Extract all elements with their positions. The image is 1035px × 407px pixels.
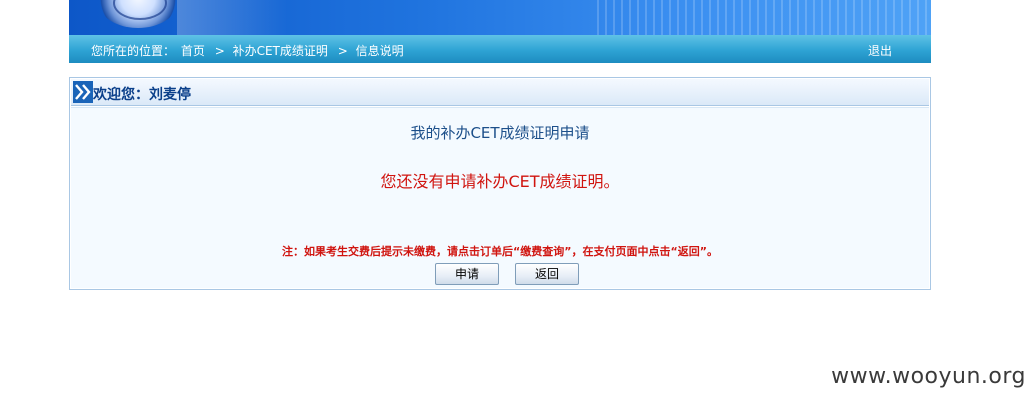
welcome-text: 欢迎您：刘麦停 xyxy=(93,87,191,103)
breadcrumb-separator: > xyxy=(214,44,225,58)
banner-stripes xyxy=(591,0,931,35)
double-chevron-right-icon xyxy=(73,81,93,103)
payment-note: 注：如果考生交费后提示未缴费，请点击订单后“缴费查询”，在支付页面中点击“返回”… xyxy=(282,245,718,258)
status-message: 您还没有申请补办CET成绩证明。 xyxy=(380,172,620,191)
panel-body: 我的补办CET成绩证明申请 您还没有申请补办CET成绩证明。 注：如果考生交费后… xyxy=(71,107,929,288)
breadcrumb-info: 信息说明 xyxy=(355,44,404,58)
breadcrumb-home[interactable]: 首页 xyxy=(181,44,205,58)
nav-bar: 您所在的位置： 首页 > 补办CET成绩证明 > 信息说明 退出 xyxy=(69,35,931,63)
location-label: 您所在的位置： xyxy=(91,44,176,58)
panel-header: 欢迎您：刘麦停 xyxy=(71,79,929,106)
breadcrumb-cet-certificate[interactable]: 补办CET成绩证明 xyxy=(233,44,328,58)
page: 您所在的位置： 首页 > 补办CET成绩证明 > 信息说明 退出 欢迎您：刘麦停… xyxy=(0,0,1035,407)
university-emblem-icon xyxy=(99,0,177,28)
header-banner xyxy=(69,0,931,35)
apply-button[interactable]: 申请 xyxy=(435,263,499,285)
back-button[interactable]: 返回 xyxy=(515,263,579,285)
content-panel: 欢迎您：刘麦停 我的补办CET成绩证明申请 您还没有申请补办CET成绩证明。 注… xyxy=(69,77,931,290)
page-title: 我的补办CET成绩证明申请 xyxy=(410,124,590,142)
breadcrumb-separator: > xyxy=(337,44,348,58)
breadcrumb: 您所在的位置： 首页 > 补办CET成绩证明 > 信息说明 xyxy=(91,42,406,59)
banner-glow xyxy=(177,0,287,35)
watermark: www.wooyun.org xyxy=(831,364,1026,389)
logout-link[interactable]: 退出 xyxy=(868,42,892,59)
